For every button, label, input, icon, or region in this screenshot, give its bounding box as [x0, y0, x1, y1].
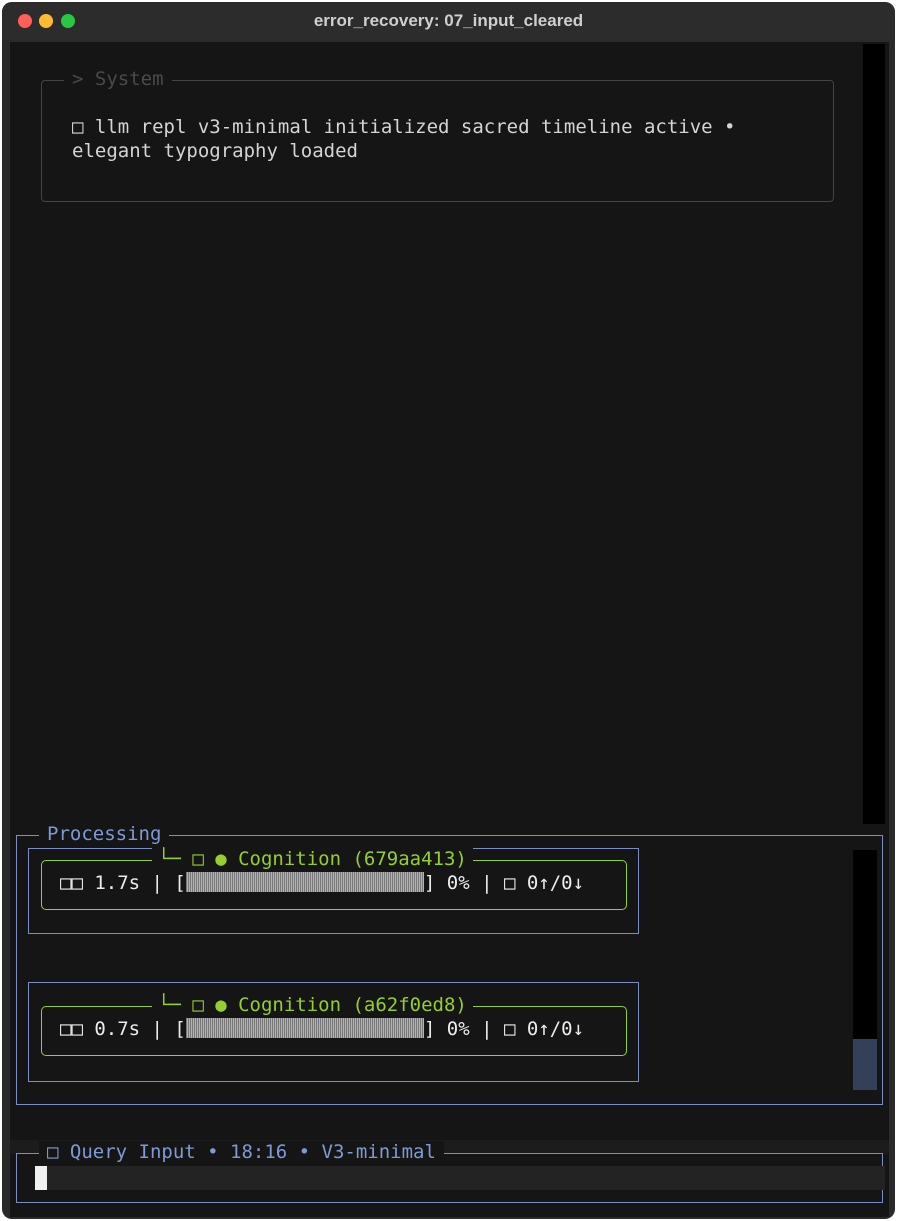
- progress-percent: 0%: [446, 872, 470, 894]
- query-input-title: □ Query Input • 18:16 • V3-minimal: [39, 1141, 444, 1163]
- separator: |: [481, 1018, 504, 1040]
- text-cursor: [35, 1166, 47, 1190]
- progress-percent: 0%: [446, 1018, 470, 1040]
- cognition-card: └─ □ ● Cognition (679aa413) □□ 1.7s | []…: [41, 848, 627, 910]
- progress-bar: [185, 872, 424, 892]
- terminal-content: > System □ llm repl v3-minimal initializ…: [10, 42, 889, 1217]
- query-input[interactable]: [35, 1166, 885, 1190]
- progress-bar: [185, 1018, 424, 1038]
- terminal-window: error_recovery: 07_input_cleared > Syste…: [2, 2, 895, 1219]
- system-panel-title: > System: [64, 68, 172, 90]
- separator: | [: [151, 872, 186, 894]
- separator: ]: [423, 872, 447, 894]
- title-bar: error_recovery: 07_input_cleared: [2, 2, 895, 40]
- token-count: □ 0↑/0↓: [503, 872, 585, 894]
- separator: |: [481, 872, 504, 894]
- processing-scrollbar-thumb[interactable]: [853, 1039, 877, 1090]
- cognition-timer: □□ 0.7s: [60, 1018, 141, 1040]
- system-panel: > System □ llm repl v3-minimal initializ…: [41, 68, 834, 202]
- cognition-title: └─ □ ● Cognition (a62f0ed8): [152, 994, 473, 1016]
- processing-panel-title: Processing: [39, 823, 170, 845]
- cognition-status-row: □□ 0.7s | [] 0% | □ 0↑/0↓: [60, 1018, 584, 1040]
- window-title: error_recovery: 07_input_cleared: [313, 11, 584, 30]
- cognition-card: └─ □ ● Cognition (a62f0ed8) □□ 0.7s | []…: [41, 994, 627, 1056]
- system-message: □ llm repl v3-minimal initialized sacred…: [72, 116, 736, 162]
- cognition-status-row: □□ 1.7s | [] 0% | □ 0↑/0↓: [60, 872, 584, 894]
- query-input-panel: □ Query Input • 18:16 • V3-minimal: [16, 1141, 885, 1203]
- cognition-timer: □□ 1.7s: [60, 872, 141, 894]
- main-scrollbar[interactable]: [863, 44, 885, 824]
- token-count: □ 0↑/0↓: [503, 1018, 585, 1040]
- cognition-title: └─ □ ● Cognition (679aa413): [152, 848, 473, 870]
- separator: ]: [423, 1018, 447, 1040]
- separator: | [: [151, 1018, 186, 1040]
